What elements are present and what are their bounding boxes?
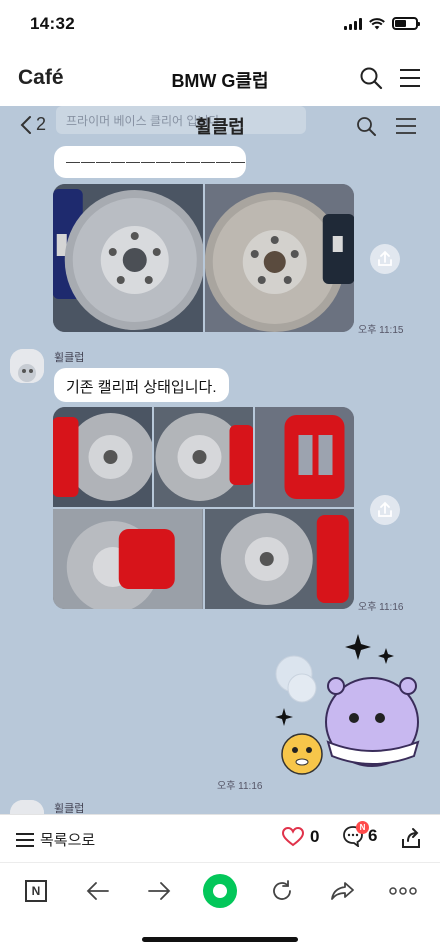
share-icon[interactable]: [370, 244, 400, 274]
back-arrow-button[interactable]: [84, 877, 112, 905]
more-button[interactable]: [389, 877, 417, 905]
brake-photo[interactable]: [154, 407, 253, 507]
status-icons: [344, 17, 420, 30]
chat-room-bar: 프라이머 베이스 클리어 입니다. 2 휠클럽: [0, 106, 440, 146]
search-icon[interactable]: [356, 116, 376, 136]
green-dot-button[interactable]: [202, 873, 238, 909]
naver-home-button[interactable]: N: [22, 877, 50, 905]
brake-photo[interactable]: [53, 407, 152, 507]
brake-photo[interactable]: [204, 509, 354, 609]
forward-arrow-button[interactable]: [145, 877, 173, 905]
share-icon[interactable]: [370, 495, 400, 525]
comment-count: 6: [368, 826, 378, 845]
photo-grid[interactable]: [53, 407, 354, 609]
refresh-button[interactable]: [268, 877, 296, 905]
signal-icon: [344, 17, 362, 30]
message-time: 오후 11:15: [358, 325, 404, 336]
like-count: 0: [310, 827, 320, 846]
sender-name[interactable]: 휠클럽: [54, 800, 84, 814]
list-icon: [16, 832, 34, 847]
home-indicator: [142, 937, 298, 942]
naver-n-icon: N: [25, 880, 47, 902]
export-icon[interactable]: [400, 827, 422, 849]
green-dot-icon: [203, 874, 237, 908]
back-arrow-icon: [86, 882, 109, 900]
chat-area[interactable]: 프라이머 베이스 클리어 입니다. 2 휠클럽 ———————————— 오후 …: [0, 106, 440, 814]
more-icon: [389, 887, 417, 895]
refresh-icon: [273, 880, 291, 900]
message-time: 오후 11:16: [217, 781, 263, 792]
avatar[interactable]: [10, 800, 44, 814]
status-time: 14:32: [30, 14, 75, 33]
post-action-bar: 목록으로 0 6 N: [0, 814, 440, 862]
menu-icon[interactable]: [399, 68, 421, 88]
forward-share-icon: [331, 882, 354, 900]
like-button[interactable]: 0: [282, 827, 319, 847]
new-badge: N: [356, 821, 369, 834]
emoticon-sticker[interactable]: [268, 630, 430, 780]
status-bar: 14:32: [0, 0, 440, 52]
sender-name[interactable]: 휠클럽: [54, 349, 84, 365]
list-button[interactable]: 목록으로: [16, 829, 95, 850]
message-time: 오후 11:16: [358, 602, 404, 613]
menu-icon[interactable]: [396, 118, 416, 134]
brake-photo[interactable]: [53, 509, 203, 609]
battery-icon: [392, 17, 420, 30]
wifi-icon: [369, 17, 385, 29]
cafe-header: Café BMW G클럽: [0, 52, 440, 106]
message-bubble[interactable]: 기존 캘리퍼 상태입니다.: [54, 368, 229, 402]
share-nav-button[interactable]: [329, 877, 357, 905]
message-bubble[interactable]: ————————————: [54, 146, 246, 178]
search-icon[interactable]: [359, 66, 383, 90]
brake-photo[interactable]: [204, 184, 354, 332]
brake-photo[interactable]: [53, 184, 203, 332]
heart-icon: [282, 827, 304, 847]
brake-photo[interactable]: [255, 407, 354, 507]
forward-arrow-icon: [148, 882, 171, 900]
avatar[interactable]: [10, 349, 44, 383]
browser-nav-bar: N: [0, 862, 440, 951]
list-label: 목록으로: [40, 832, 96, 849]
photo-grid[interactable]: [53, 184, 354, 332]
